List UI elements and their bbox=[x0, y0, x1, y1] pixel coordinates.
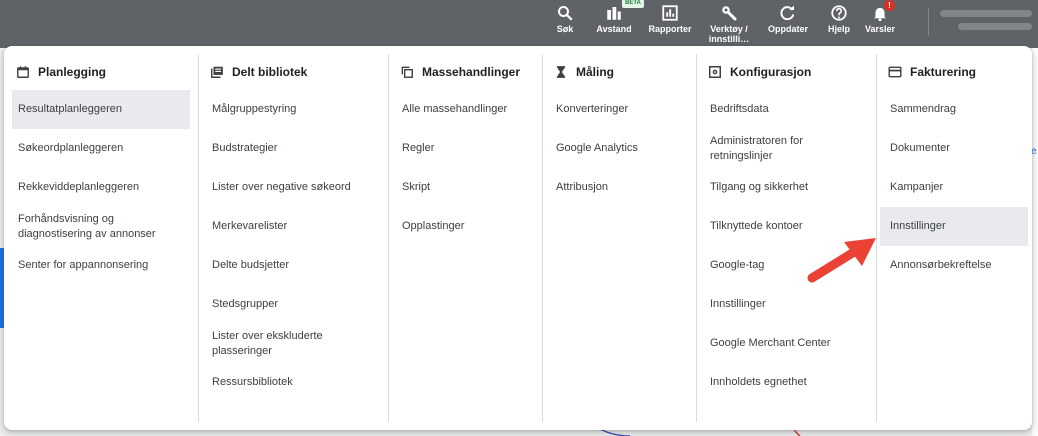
column-heading: Konfigurasjon bbox=[708, 54, 876, 90]
tool-label: Avstand bbox=[596, 24, 632, 34]
refresh-icon bbox=[780, 5, 795, 21]
notifications-tool-button[interactable]: Varsler ! bbox=[862, 0, 898, 48]
menu-item-merkevarelister[interactable]: Merkevarelister bbox=[206, 207, 380, 246]
column-title: Massehandlinger bbox=[422, 65, 521, 79]
tool-label: Oppdater bbox=[767, 24, 808, 34]
column-title: Planlegging bbox=[38, 65, 107, 79]
column-title: Fakturering bbox=[910, 65, 977, 79]
menu-item-tilgang-sikkerhet[interactable]: Tilgang og sikkerhet bbox=[704, 168, 868, 207]
menu-item-regler[interactable]: Regler bbox=[396, 129, 534, 168]
background-page-edge bbox=[1032, 48, 1038, 436]
menu-item-retningslinjer[interactable]: Administratoren for retningslinjer bbox=[704, 129, 868, 168]
menu-item-delte-budsjetter[interactable]: Delte budsjetter bbox=[206, 246, 380, 285]
menu-item-innholdets-egnethet[interactable]: Innholdets egnethet bbox=[704, 363, 868, 402]
tool-label: Varsler bbox=[864, 24, 896, 34]
menu-item-ekskluderte-plasseringer[interactable]: Lister over ekskluderte plasseringer bbox=[206, 324, 380, 363]
column-heading: Planlegging bbox=[16, 54, 198, 90]
menu-item-opplastinger[interactable]: Opplastinger bbox=[396, 207, 534, 246]
menu-item-skript[interactable]: Skript bbox=[396, 168, 534, 207]
avstand-tool-button[interactable]: Avstand BETA bbox=[594, 0, 644, 48]
account-info-blurred[interactable] bbox=[940, 10, 1035, 36]
search-icon bbox=[558, 6, 573, 21]
menu-item-rekkeviddeplanleggeren[interactable]: Rekkeviddeplanleggeren bbox=[12, 168, 190, 207]
copy-icon bbox=[401, 66, 413, 78]
help-icon bbox=[831, 5, 847, 21]
menu-item-kampanjer[interactable]: Kampanjer bbox=[884, 168, 1024, 207]
menu-item-budstrategier[interactable]: Budstrategier bbox=[206, 129, 380, 168]
search-tool-button[interactable]: Søk bbox=[552, 0, 578, 48]
tool-label: Verktøy / innstilli… bbox=[708, 24, 750, 44]
menu-column-fakturering: Fakturering Sammendrag Dokumenter Kampan… bbox=[876, 54, 1032, 422]
menu-item-malgruppestyring[interactable]: Målgruppestyring bbox=[206, 90, 380, 129]
library-icon bbox=[211, 66, 223, 78]
bar-chart-icon bbox=[607, 7, 621, 20]
menu-item-bedriftsdata[interactable]: Bedriftsdata bbox=[704, 90, 868, 129]
column-heading: Massehandlinger bbox=[400, 54, 542, 90]
menu-item-ressursbibliotek[interactable]: Ressursbibliotek bbox=[206, 363, 380, 402]
menu-item-alle-massehandlinger[interactable]: Alle massehandlinger bbox=[396, 90, 534, 129]
menu-item-konverteringer[interactable]: Konverteringer bbox=[550, 90, 688, 129]
menu-column-planlegging: Planlegging Resultatplanleggeren Søkeord… bbox=[4, 54, 199, 422]
beta-badge: BETA bbox=[622, 0, 644, 8]
menu-item-merchant-center[interactable]: Google Merchant Center bbox=[704, 324, 868, 363]
settings-box-icon bbox=[708, 65, 722, 79]
column-title: Delt bibliotek bbox=[232, 65, 308, 79]
tools-settings-button[interactable]: Verktøy / innstilli… bbox=[706, 0, 752, 48]
hourglass-icon bbox=[556, 66, 566, 78]
menu-item-resultatplanleggeren[interactable]: Resultatplanleggeren bbox=[12, 90, 190, 129]
help-tool-button[interactable]: Hjelp bbox=[824, 0, 854, 48]
topbar-divider bbox=[928, 8, 929, 36]
menu-item-attribusjon[interactable]: Attribusjon bbox=[550, 168, 688, 207]
tool-label: Rapporter bbox=[648, 24, 692, 34]
refresh-tool-button[interactable]: Oppdater bbox=[766, 0, 810, 48]
menu-item-stedsgrupper[interactable]: Stedsgrupper bbox=[206, 285, 380, 324]
column-title: Konfigurasjon bbox=[730, 65, 812, 79]
menu-item-annonsorbekreftelse[interactable]: Annonsørbekreftelse bbox=[884, 246, 1024, 285]
reports-tool-button[interactable]: Rapporter bbox=[647, 0, 693, 48]
column-heading: Delt bibliotek bbox=[210, 54, 388, 90]
menu-item-negative-sokeord[interactable]: Lister over negative søkeord bbox=[206, 168, 380, 207]
menu-item-senter-appannonsering[interactable]: Senter for appannonsering bbox=[12, 246, 190, 285]
column-title: Måling bbox=[576, 65, 614, 79]
credit-card-icon bbox=[888, 66, 902, 78]
reports-icon bbox=[662, 5, 678, 21]
menu-item-fakturering-innstillinger[interactable]: Innstillinger bbox=[880, 207, 1028, 246]
menu-column-massehandlinger: Massehandlinger Alle massehandlinger Reg… bbox=[388, 54, 543, 422]
menu-item-dokumenter[interactable]: Dokumenter bbox=[884, 129, 1024, 168]
tool-label: Hjelp bbox=[827, 24, 850, 34]
wrench-icon bbox=[722, 6, 737, 21]
menu-item-forhandsvisning[interactable]: Forhåndsvisning og diagnostisering av an… bbox=[12, 207, 190, 246]
column-heading: Fakturering bbox=[888, 54, 1032, 90]
notification-badge: ! bbox=[884, 0, 895, 11]
column-heading: Måling bbox=[554, 54, 696, 90]
calendar-icon bbox=[17, 66, 29, 78]
menu-column-delt-bibliotek: Delt bibliotek Målgruppestyring Budstrat… bbox=[198, 54, 389, 422]
top-app-bar: Søk Avstand BETA Rapporter Verktøy / inn… bbox=[0, 0, 1038, 48]
menu-column-maling: Måling Konverteringer Google Analytics A… bbox=[542, 54, 697, 422]
annotation-arrow-icon bbox=[807, 238, 876, 283]
menu-item-konfig-innstillinger[interactable]: Innstillinger bbox=[704, 285, 868, 324]
menu-item-google-analytics[interactable]: Google Analytics bbox=[550, 129, 688, 168]
menu-item-sammendrag[interactable]: Sammendrag bbox=[884, 90, 1024, 129]
menu-item-sokeordplanleggeren[interactable]: Søkeordplanleggeren bbox=[12, 129, 190, 168]
tool-label: Søk bbox=[556, 24, 574, 34]
